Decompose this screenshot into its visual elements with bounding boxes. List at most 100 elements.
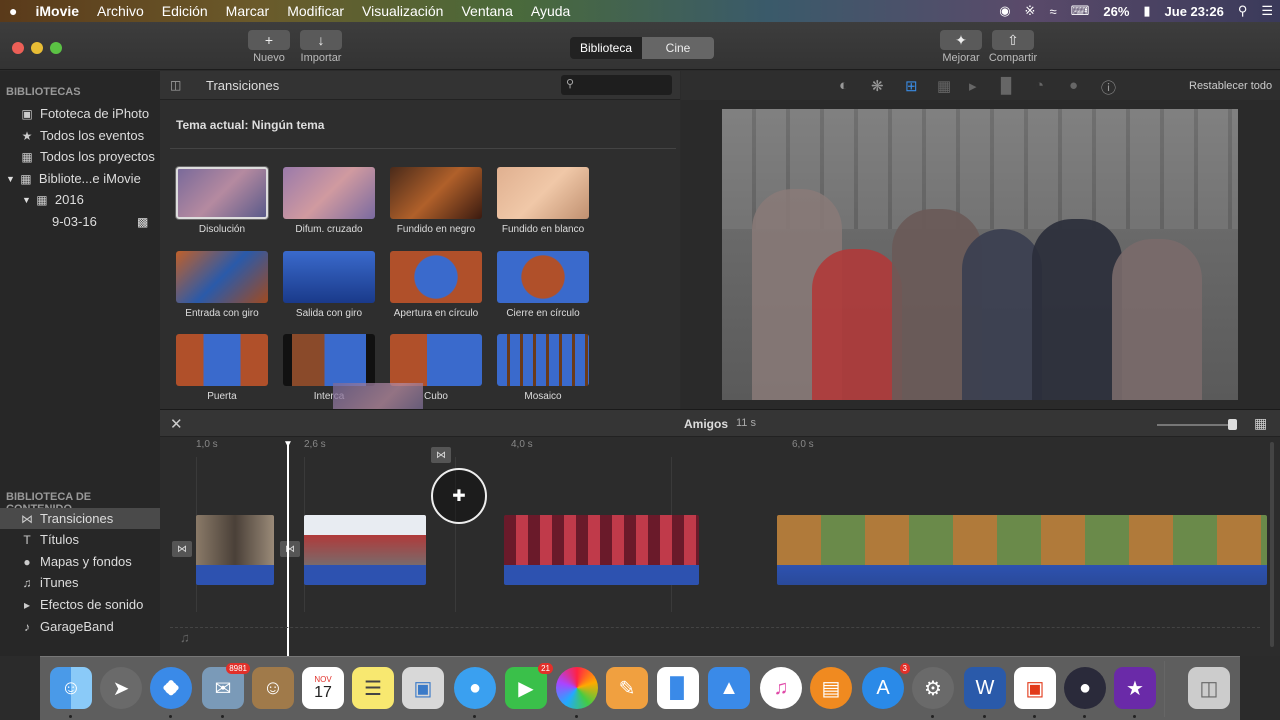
photos-icon[interactable] bbox=[556, 667, 598, 709]
clock[interactable]: Jue 23:26 bbox=[1158, 4, 1231, 19]
numbers-icon[interactable]: ▉ bbox=[657, 667, 699, 709]
menu-modificar[interactable]: Modificar bbox=[278, 3, 353, 19]
clip-1[interactable] bbox=[196, 515, 274, 585]
crop-icon[interactable]: ⊞ bbox=[905, 77, 918, 95]
zoom-slider[interactable] bbox=[1157, 424, 1233, 426]
color-balance-icon[interactable]: ◐ bbox=[839, 77, 848, 94]
sidebar-item-iphoto[interactable]: ▣ Fototeca de iPhoto bbox=[0, 103, 160, 124]
notes-icon[interactable]: ☰ bbox=[352, 667, 394, 709]
tab-biblioteca[interactable]: Biblioteca bbox=[570, 37, 642, 59]
new-button[interactable]: + bbox=[248, 30, 290, 50]
system-preferences-icon[interactable]: ⚙ bbox=[912, 667, 954, 709]
clip-2[interactable] bbox=[304, 515, 426, 585]
calendar-icon[interactable]: NOV 17 bbox=[302, 667, 344, 709]
bluetooth-icon[interactable]: ※ bbox=[1018, 3, 1043, 19]
battery-percent[interactable]: 26% bbox=[1096, 4, 1136, 19]
sidebar-item-itunes[interactable]: ♫ iTunes bbox=[0, 572, 160, 593]
apple-menu-icon[interactable]: ● bbox=[0, 3, 26, 19]
battery-icon[interactable]: ▮ bbox=[1136, 3, 1157, 19]
sidebar-item-imovie-library[interactable]: ▼ ▦ Bibliote...e iMovie bbox=[0, 168, 160, 189]
menu-app[interactable]: iMovie bbox=[26, 3, 88, 19]
contacts-icon[interactable]: ☺ bbox=[252, 667, 294, 709]
disclosure-down-icon[interactable]: ▼ bbox=[22, 195, 31, 205]
quicktime-icon[interactable]: ● bbox=[1064, 667, 1106, 709]
office-installer-icon[interactable]: ▣ bbox=[1014, 667, 1056, 709]
share-button[interactable]: ⇧ bbox=[992, 30, 1034, 50]
minimize-window-button[interactable] bbox=[31, 42, 43, 54]
color-palette-icon[interactable]: ❋ bbox=[871, 77, 884, 95]
sidebar-item-titles[interactable]: T Títulos bbox=[0, 529, 160, 550]
info-icon[interactable]: ⓘ bbox=[1101, 77, 1116, 98]
sidebar-item-transitions[interactable]: ⋈ Transiciones bbox=[0, 508, 160, 529]
search-input[interactable]: ⚲ bbox=[561, 75, 672, 95]
finder-icon[interactable]: ☺ bbox=[50, 667, 92, 709]
stabilization-icon[interactable]: ▦ bbox=[937, 77, 951, 95]
safari-icon[interactable]: ✤ bbox=[150, 667, 192, 709]
zoom-slider-handle[interactable] bbox=[1228, 419, 1237, 430]
transition-fade-black[interactable]: Fundido en negro bbox=[389, 167, 483, 235]
filter-icon[interactable]: ● bbox=[1069, 77, 1078, 94]
menu-edicion[interactable]: Edición bbox=[153, 3, 217, 19]
record-icon[interactable]: ◉ bbox=[992, 3, 1017, 19]
sidebar-item-event-9-03-16[interactable]: 9-03-16 ▩ bbox=[0, 211, 160, 232]
transition-fade-white[interactable]: Fundido en blanco bbox=[496, 167, 590, 235]
transition-spin-out[interactable]: Salida con giro bbox=[282, 251, 376, 319]
menu-ventana[interactable]: Ventana bbox=[452, 3, 521, 19]
menu-ayuda[interactable]: Ayuda bbox=[522, 3, 579, 19]
imovie-icon[interactable]: ★ bbox=[1114, 667, 1156, 709]
clip-4[interactable] bbox=[777, 515, 1267, 585]
wifi-icon[interactable]: ≈ bbox=[1042, 4, 1063, 19]
transition-dissolve[interactable]: Disolución bbox=[175, 167, 269, 235]
music-track[interactable]: ♫ bbox=[170, 627, 1260, 649]
sidebar-toggle-icon[interactable]: ◫ bbox=[170, 78, 181, 92]
transition-mosaic[interactable]: Mosaico bbox=[496, 334, 590, 402]
spotlight-icon[interactable]: ⚲ bbox=[1231, 3, 1255, 19]
menu-visualizacion[interactable]: Visualización bbox=[353, 3, 452, 19]
tab-cine[interactable]: Cine bbox=[642, 37, 714, 59]
ibooks-icon[interactable]: ▤ bbox=[810, 667, 852, 709]
disclosure-down-icon[interactable]: ▼ bbox=[6, 174, 15, 184]
transition-cross-blur[interactable]: Difum. cruzado bbox=[282, 167, 376, 235]
transition-door[interactable]: Puerta bbox=[175, 334, 269, 402]
sidebar-item-all-projects[interactable]: ▦ Todos los proyectos bbox=[0, 146, 160, 167]
transition-marker[interactable]: ⋈ bbox=[431, 447, 451, 463]
menu-archivo[interactable]: Archivo bbox=[88, 3, 153, 19]
clip-3[interactable] bbox=[504, 515, 699, 585]
sidebar-item-sound-effects[interactable]: ▸ Efectos de sonido bbox=[0, 594, 160, 615]
pages-icon[interactable]: ✎ bbox=[606, 667, 648, 709]
timeline-scrollbar[interactable] bbox=[1270, 442, 1274, 647]
volume-icon[interactable]: ▸ bbox=[969, 77, 977, 95]
transition-circle-close[interactable]: Cierre en círculo bbox=[496, 251, 590, 319]
trash-icon[interactable]: ◫ bbox=[1188, 667, 1230, 709]
import-button[interactable]: ↓ bbox=[300, 30, 342, 50]
keynote-icon[interactable]: ▲ bbox=[708, 667, 750, 709]
app-store-icon[interactable]: A3 bbox=[862, 663, 910, 709]
transition-marker[interactable]: ⋈ bbox=[280, 541, 300, 557]
facetime-icon[interactable]: ▶ 21 bbox=[505, 663, 553, 709]
preview-icon[interactable]: ▣ bbox=[402, 667, 444, 709]
keyboard-icon[interactable]: ⌨ bbox=[1064, 3, 1097, 19]
zoom-window-button[interactable] bbox=[50, 42, 62, 54]
word-icon[interactable]: W bbox=[964, 667, 1006, 709]
transition-marker[interactable]: ⋈ bbox=[172, 541, 192, 557]
close-icon[interactable]: ✕ bbox=[170, 415, 183, 433]
sidebar-item-maps[interactable]: ● Mapas y fondos bbox=[0, 551, 160, 572]
launchpad-icon[interactable]: ➤ bbox=[100, 667, 142, 709]
notification-center-icon[interactable]: ☰ bbox=[1254, 3, 1280, 19]
mail-icon[interactable]: ✉ 8981 bbox=[202, 663, 250, 709]
filmstrip-settings-icon[interactable]: ▦ bbox=[1254, 415, 1267, 432]
sidebar-item-all-events[interactable]: ★ Todos los eventos bbox=[0, 125, 160, 146]
messages-icon[interactable]: ● bbox=[454, 667, 496, 709]
sidebar-item-garageband[interactable]: ♪ GarageBand bbox=[0, 616, 160, 637]
enhance-button[interactable]: ✦ bbox=[940, 30, 982, 50]
menu-marcar[interactable]: Marcar bbox=[217, 3, 279, 19]
playhead[interactable] bbox=[287, 445, 289, 656]
reset-all-button[interactable]: Restablecer todo bbox=[1189, 80, 1272, 92]
itunes-icon[interactable]: ♫ bbox=[760, 667, 802, 709]
equalizer-icon[interactable]: ▉ bbox=[1001, 77, 1013, 95]
sidebar-item-2016[interactable]: ▼ ▦ 2016 bbox=[0, 189, 160, 210]
close-window-button[interactable] bbox=[12, 42, 24, 54]
transition-circle-open[interactable]: Apertura en círculo bbox=[389, 251, 483, 319]
transition-spin-in[interactable]: Entrada con giro bbox=[175, 251, 269, 319]
speed-icon[interactable]: ◔ bbox=[1035, 77, 1044, 94]
